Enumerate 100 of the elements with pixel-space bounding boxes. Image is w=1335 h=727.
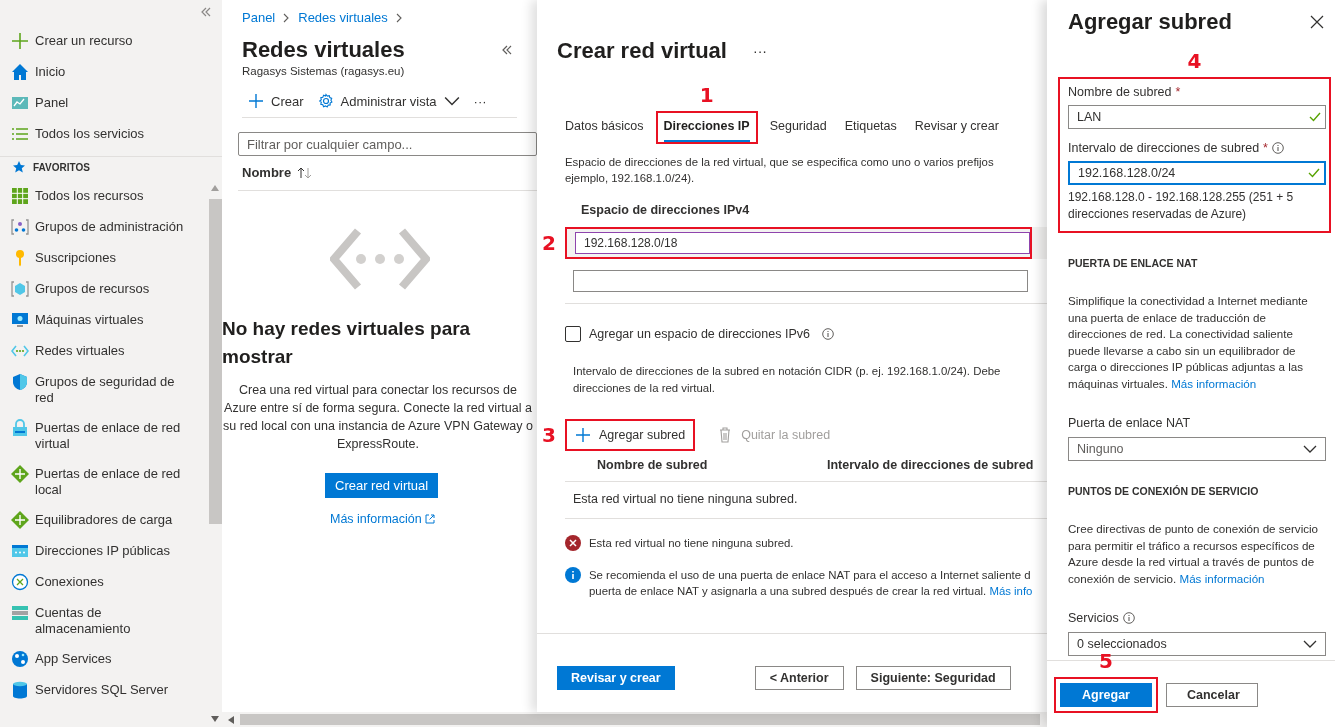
- checkbox-label: Agregar un espacio de direcciones IPv6: [589, 327, 810, 341]
- tab[interactable]: Revisar y crear: [914, 113, 999, 142]
- shield-icon: [11, 373, 29, 391]
- monitor-icon: [11, 311, 29, 329]
- field-label: Nombre de subred: [1068, 85, 1172, 99]
- tab[interactable]: Datos básicos: [565, 113, 644, 142]
- card-icon: [11, 542, 29, 560]
- globe-icon: [11, 650, 29, 668]
- sidebar-item[interactable]: Equilibradores de carga: [0, 505, 208, 536]
- chevron-icon: [395, 12, 403, 23]
- sidebar-item[interactable]: Todos los servicios: [0, 119, 222, 150]
- grid-icon: [11, 187, 29, 205]
- diamond-icon: [11, 511, 29, 529]
- error-message: Esta red virtual no tiene ninguna subred.: [589, 536, 794, 551]
- sidebar-item[interactable]: Inicio: [0, 57, 222, 88]
- input-field[interactable]: LAN: [1068, 105, 1326, 129]
- collapse-icon: [501, 44, 513, 56]
- info-message: Se recomienda el uso de una puerta de enlace NAT para el acceso a Internet saliente d puerta de enlace NAT y asignarla a una subred después de crear la red virtual. Más info: [589, 568, 1033, 599]
- sidebar-item[interactable]: Máquinas virtuales: [0, 305, 208, 336]
- sidebar-item[interactable]: Panel: [0, 88, 222, 119]
- arrow-down-icon: [211, 716, 219, 722]
- learn-more-link[interactable]: Más información: [330, 512, 435, 526]
- section-text: Cree directivas de punto de conexión de servicio para permitir el tráfico a recursos específicos de Azure desde la red virtual a través de puntos de conexión de servicio. Más información: [1068, 521, 1320, 587]
- column-header: Nombre de subred: [596, 458, 709, 472]
- sidebar-item[interactable]: Conexiones: [0, 567, 208, 598]
- sidebar-item[interactable]: Puertas de enlace de red local: [0, 459, 208, 505]
- empty-state-text: Crea una red virtual para conectar los recursos de Azure entre sí de forma segura. Conecte la red virtual a su red local con una instancia de Azure VPN Gateway o ExpressRoute.: [222, 382, 534, 453]
- settings-icon: [317, 93, 334, 109]
- tab[interactable]: Etiquetas: [844, 113, 897, 142]
- section-text: Simplifique la conectividad a Internet mediante una puerta de enlace de traducción de direcciones de red. La conectividad saliente puede llevarse a cabo sin un equilibrador de carga o direcciones IP públicas adjuntas a las máquinas virtuales. Más información: [1068, 293, 1309, 392]
- create-button[interactable]: Crear red virtual: [325, 473, 439, 498]
- sidebar-item[interactable]: App Services: [0, 644, 208, 675]
- sidebar-item[interactable]: Servidores SQL Server: [0, 675, 208, 706]
- section-title: FAVORITOS: [33, 161, 90, 173]
- description-text: Espacio de direcciones de la red virtual, que se especifica como uno o varios prefijos ejemplo, 192.168.1.0/24).: [565, 155, 995, 186]
- add-button[interactable]: Agregar: [1060, 683, 1152, 707]
- sidebar-item[interactable]: Redes virtuales: [0, 336, 208, 367]
- required-mark: *: [1263, 141, 1268, 155]
- field-label: Intervalo de direcciones de subred: [1068, 141, 1260, 155]
- chart-icon: [11, 94, 29, 112]
- review-create-button[interactable]: Revisar y crear: [557, 666, 675, 690]
- cube-icon: [11, 280, 29, 298]
- sidebar-item[interactable]: Cuentas de almacenamiento: [0, 598, 208, 644]
- more-button[interactable]: ···: [752, 43, 767, 59]
- close-icon: [1310, 15, 1324, 29]
- toolbar-button[interactable]: Administrar vista: [317, 93, 460, 109]
- database-icon: [11, 681, 29, 699]
- learn-more-link[interactable]: Más información: [1179, 571, 1265, 585]
- chevron-icon: [283, 12, 291, 23]
- section-heading: PUERTA DE ENLACE NAT: [1068, 257, 1199, 269]
- more-button[interactable]: ···: [473, 93, 487, 109]
- learn-more-link[interactable]: Más información: [1171, 376, 1257, 390]
- external-link-icon: [424, 514, 435, 524]
- sidebar-item[interactable]: Crear un recurso: [0, 26, 222, 57]
- sidebar-item[interactable]: Direcciones IP públicas: [0, 536, 208, 567]
- breadcrumb-link[interactable]: Panel: [242, 10, 276, 25]
- hint-text: 192.168.128.0 - 192.168.128.255 (251 + 5 direcciones reservadas de Azure): [1068, 189, 1295, 223]
- input-field[interactable]: 192.168.128.0/24: [1068, 161, 1326, 185]
- sidebar-item[interactable]: Puertas de enlace de red virtual: [0, 413, 208, 459]
- add-subnet-button[interactable]: Agregar subred: [567, 421, 694, 449]
- plus-icon: [575, 427, 591, 443]
- sidebar-item[interactable]: Suscripciones: [0, 243, 208, 274]
- description-text: Intervalo de direcciones de la subred en notación CIDR (p. ej. 192.168.1.0/24). Debe direcciones de la red virtual.: [573, 364, 1002, 396]
- stack-icon: [11, 604, 29, 622]
- empty-state-title: No hay redes virtuales para mostrar: [222, 317, 472, 369]
- annotation-number: 2: [542, 231, 556, 255]
- field-label: Servicios: [1068, 611, 1119, 625]
- tab[interactable]: Direcciones IP: [663, 113, 750, 142]
- scrollbar[interactable]: [222, 712, 1047, 727]
- info-icon: [565, 567, 581, 583]
- filter-field[interactable]: Filtrar por cualquier campo...: [238, 132, 537, 156]
- lock-icon: [11, 419, 29, 437]
- sidebar-item[interactable]: Todos los recursos: [0, 181, 208, 212]
- collapse-icon: [200, 6, 212, 18]
- page-title: Redes virtuales: [242, 37, 405, 63]
- panel-title: Agregar subred: [1068, 9, 1232, 35]
- learn-more-link[interactable]: Más info: [989, 585, 1033, 597]
- breadcrumb-link[interactable]: Redes virtuales: [298, 10, 388, 25]
- checkbox[interactable]: [565, 326, 581, 342]
- sort-icon: [297, 166, 314, 179]
- tab[interactable]: Seguridad: [769, 113, 827, 142]
- annotation-number: 1: [699, 83, 714, 107]
- plus-icon: [248, 93, 264, 109]
- section-heading: PUNTOS DE CONEXIÓN DE SERVICIO: [1068, 485, 1260, 497]
- info-icon: [821, 328, 834, 340]
- sidebar-item[interactable]: Grupos de recursos: [0, 274, 208, 305]
- sidebar-item[interactable]: Grupos de seguridad de red: [0, 367, 208, 413]
- dropdown[interactable]: Ninguno: [1068, 437, 1326, 461]
- nav-button[interactable]: < Anterior: [754, 666, 844, 690]
- address-field[interactable]: 192.168.128.0/18: [575, 232, 1030, 254]
- annotation-number: 4: [1187, 49, 1202, 73]
- column-header[interactable]: Nombre: [242, 165, 292, 180]
- address-field[interactable]: [573, 270, 1028, 292]
- cancel-button[interactable]: Cancelar: [1166, 683, 1258, 707]
- sidebar-item[interactable]: Grupos de administración: [0, 212, 208, 243]
- toolbar-button[interactable]: Crear: [248, 93, 304, 109]
- network-icon: [330, 227, 430, 291]
- list-icon: [11, 125, 29, 143]
- arrow-up-icon: [211, 185, 219, 191]
- nav-button[interactable]: Siguiente: Seguridad: [855, 666, 1011, 690]
